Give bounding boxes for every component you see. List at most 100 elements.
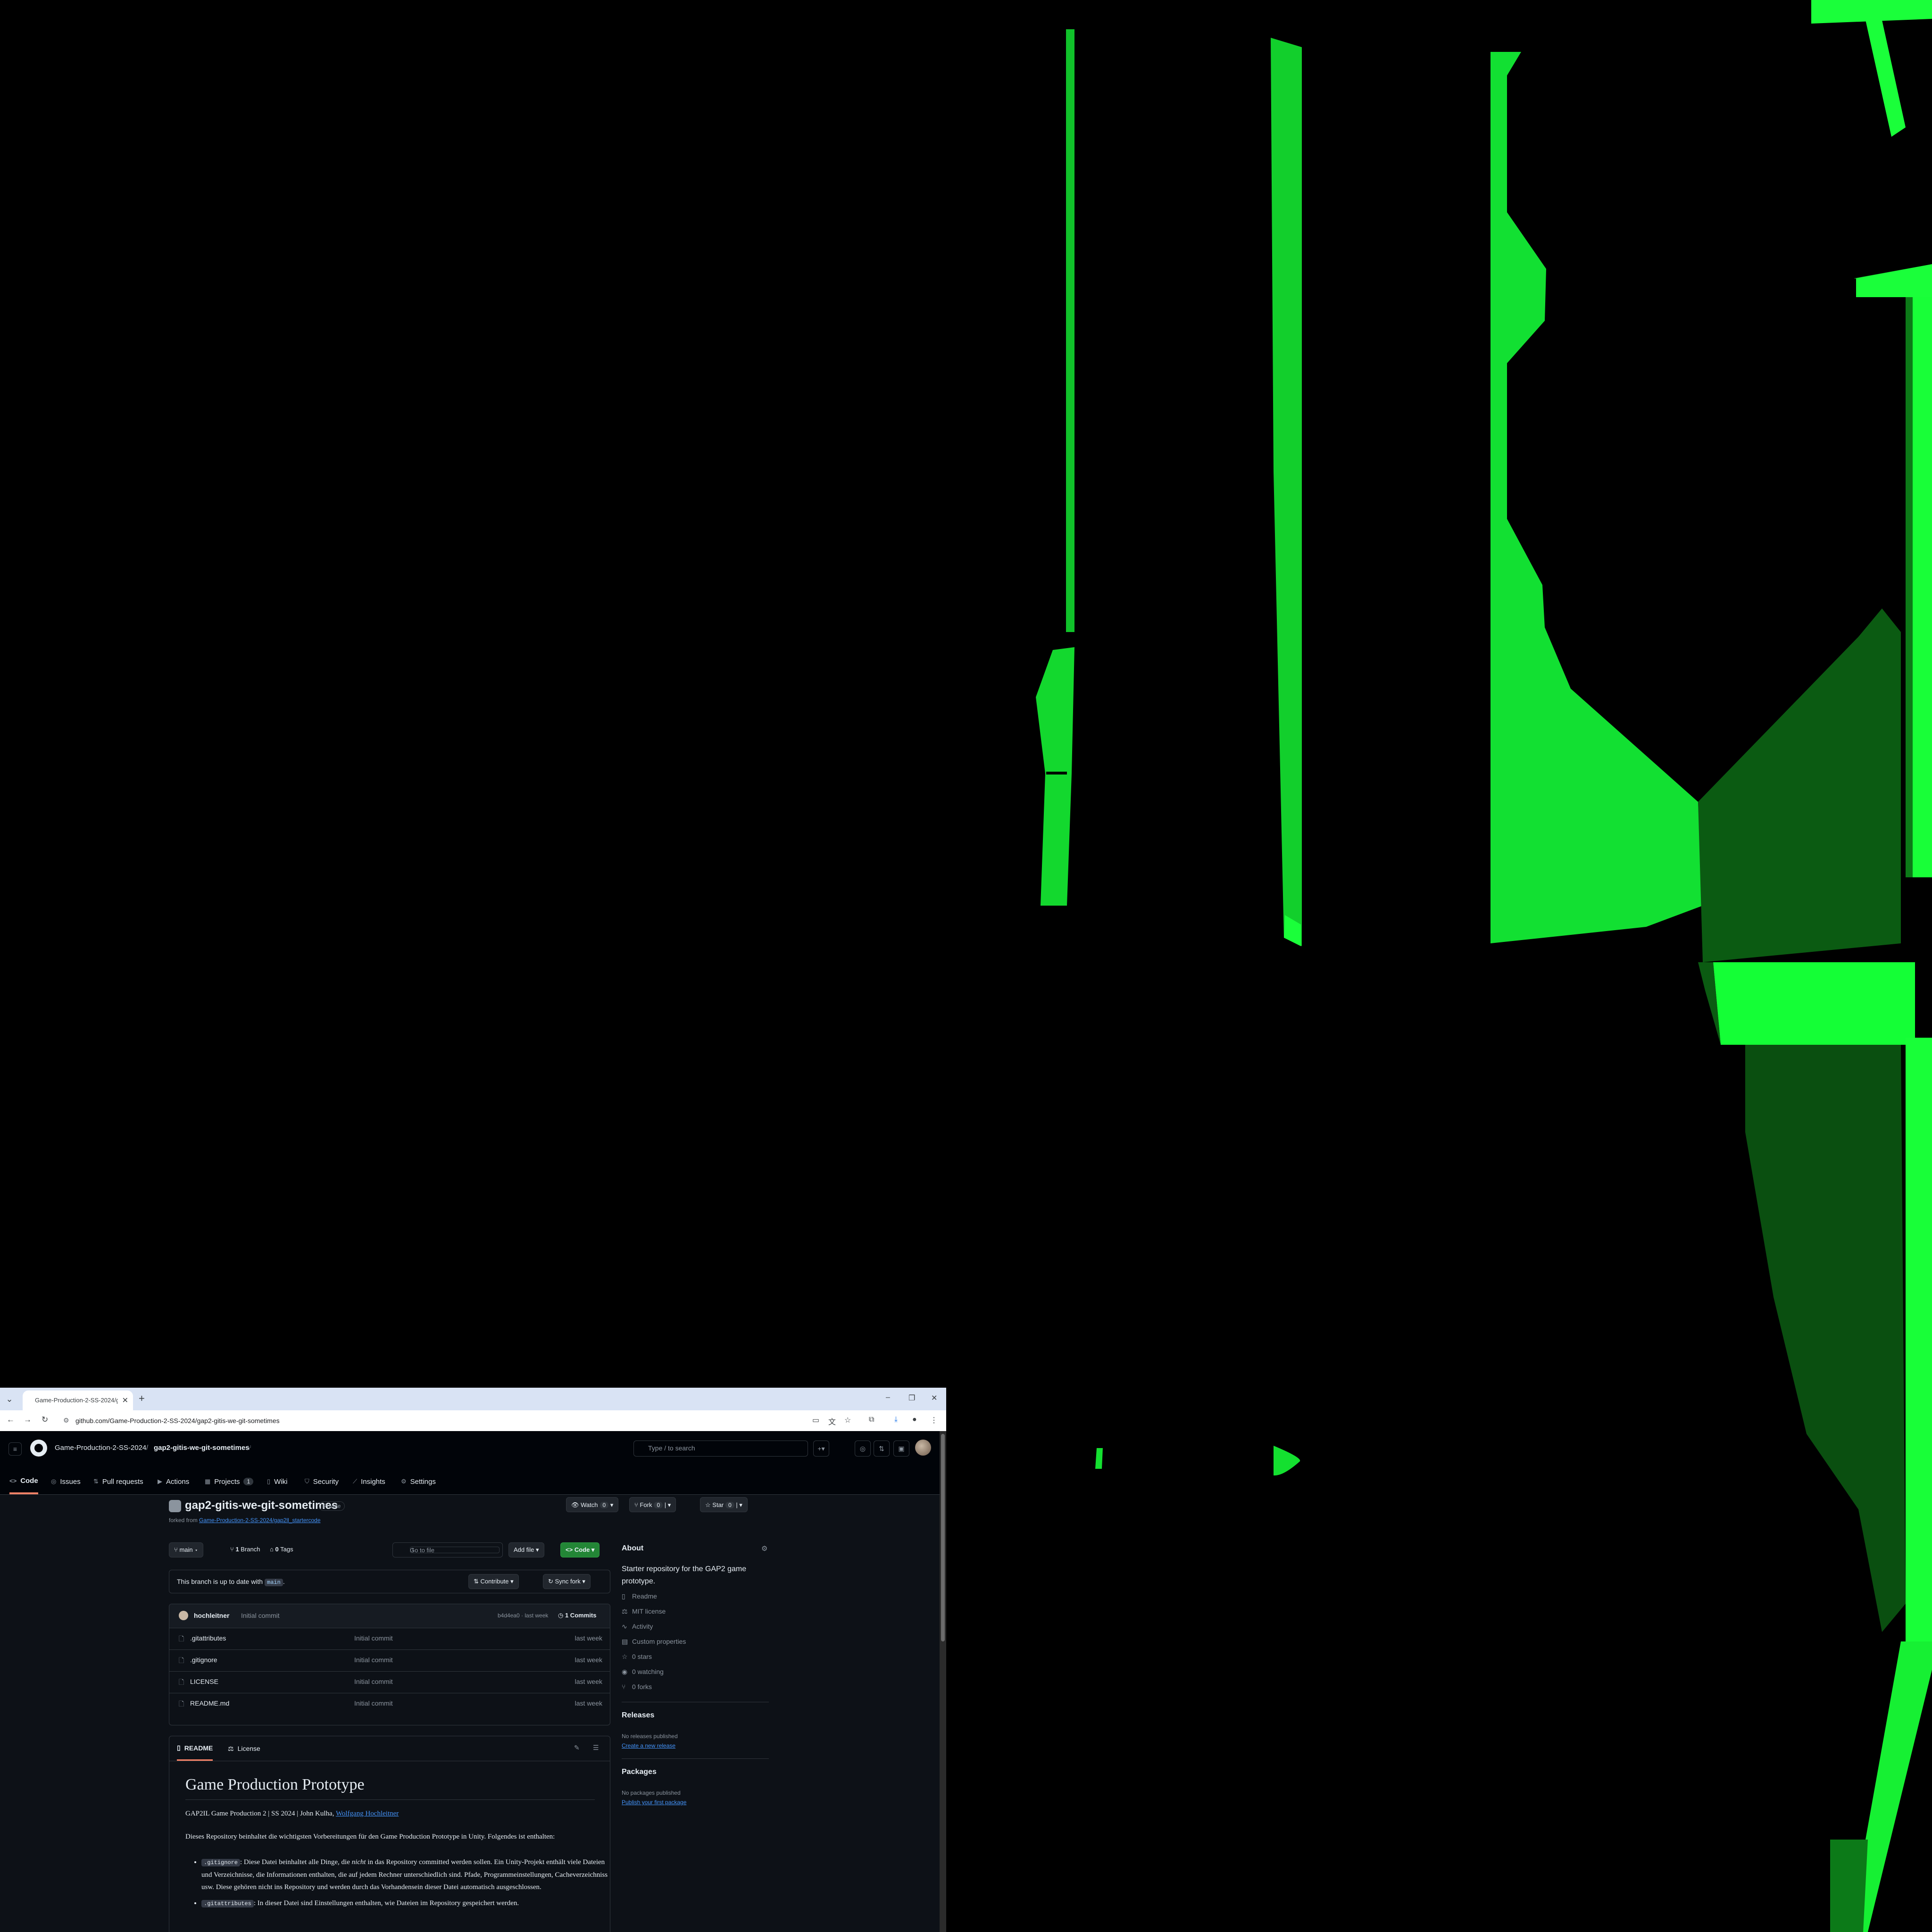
file-commit-message[interactable]: Initial commit [354, 1656, 393, 1664]
readme-intro: Dieses Repository beinhaltet die wichtig… [185, 1833, 555, 1840]
gear-icon[interactable]: ⚙ [761, 1544, 767, 1553]
scale-icon: ⚖ [228, 1744, 234, 1752]
star-button[interactable]: ☆ Star 0 | ▾ [700, 1497, 748, 1512]
about-item-properties[interactable]: ▤ Custom properties [622, 1638, 686, 1646]
about-item-readme[interactable]: ▯ Readme [622, 1592, 657, 1600]
about-item-activity[interactable]: ∿ Activity [622, 1623, 653, 1631]
commits-link[interactable]: ◷ 1 Commits [558, 1612, 596, 1619]
file-row[interactable]: 🗋︎ LICENSE Initial commit last week [169, 1671, 610, 1693]
reload-icon[interactable]: ↻ [42, 1415, 48, 1424]
bookmark-star-icon[interactable]: ☆ [844, 1416, 851, 1425]
commit-message[interactable]: Initial commit [241, 1612, 280, 1619]
inbox-icon[interactable]: ▣ [893, 1441, 909, 1457]
tab-code[interactable]: <> Code [9, 1469, 38, 1494]
file-commit-message[interactable]: Initial commit [354, 1678, 393, 1685]
minimize-icon[interactable]: – [886, 1393, 890, 1402]
file-row[interactable]: 🗋︎ .gitignore Initial commit last week [169, 1649, 610, 1672]
sync-fork-button[interactable]: ↻ Sync fork ▾ [543, 1574, 591, 1589]
tab-pull-requests[interactable]: ⇅ Pull requests [93, 1469, 143, 1494]
github-logo-icon[interactable] [30, 1440, 47, 1457]
about-item-stars[interactable]: ☆ 0 stars [622, 1653, 652, 1661]
browser-toolbar: ← → ↻ ⚙ github.com/Game-Production-2-SS-… [0, 1410, 946, 1432]
publish-package-link[interactable]: Publish your first package [622, 1799, 686, 1806]
contribute-button[interactable]: ⇅ Contribute ▾ [468, 1574, 519, 1589]
file-name[interactable]: README.md [190, 1699, 229, 1707]
search-input[interactable]: Type / to search [633, 1441, 808, 1457]
scrollbar-thumb[interactable] [941, 1434, 945, 1641]
user-avatar[interactable] [915, 1440, 931, 1456]
tab-search-icon[interactable]: ⌄ [3, 1392, 16, 1406]
breadcrumb-repo[interactable]: gap2-gitis-we-git-sometimes [154, 1444, 250, 1452]
file-row[interactable]: 🗋︎ .gitattributes Initial commit last week [169, 1628, 610, 1650]
tab-wiki[interactable]: ▯ Wiki [267, 1469, 287, 1494]
file-name[interactable]: .gitignore [190, 1656, 217, 1664]
file-name[interactable]: LICENSE [190, 1678, 218, 1685]
tab-projects-label: Projects [214, 1477, 240, 1486]
forward-icon[interactable]: → [24, 1415, 32, 1424]
tags-link[interactable]: ⌂ 0 Tags [265, 1542, 298, 1557]
branch-select[interactable]: ⑂ main ▾ [169, 1542, 204, 1557]
tab-settings[interactable]: ⚙ Settings [401, 1469, 436, 1494]
tags-count: 0 [275, 1546, 279, 1553]
tab-insights[interactable]: ⟋ Insights [353, 1469, 385, 1494]
fork-button[interactable]: ⑂ Fork 0 | ▾ [629, 1497, 676, 1512]
history-icon: ◷ [558, 1612, 564, 1619]
tab-issues[interactable]: ◎ Issues [51, 1469, 81, 1494]
sync-fork-label: Sync fork [555, 1578, 581, 1585]
forked-from-link[interactable]: Game-Production-2-SS-2024/gap2ll_starter… [199, 1517, 320, 1524]
download-icon[interactable]: ⤓ [894, 1416, 898, 1424]
browser-tab[interactable]: Game-Production-2-SS-2024/g ✕ [23, 1391, 133, 1410]
add-file-button[interactable]: Add file ▾ [508, 1542, 544, 1557]
file-row[interactable]: 🗋︎ README.md Initial commit last week [169, 1693, 610, 1715]
file-commit-message[interactable]: Initial commit [354, 1634, 393, 1642]
tab-projects[interactable]: ▦ Projects 1 [205, 1469, 254, 1494]
branches-link[interactable]: ⑂ 1 Branch [225, 1542, 265, 1557]
tab-actions[interactable]: ▶ Actions [158, 1469, 189, 1494]
issues-icon[interactable]: ◎ [855, 1441, 871, 1457]
about-item-forks[interactable]: ⑂ 0 forks [622, 1683, 652, 1690]
code-icon: <> [9, 1477, 17, 1484]
author-link[interactable]: Wolfgang Hochleitner [336, 1810, 399, 1817]
cast-icon[interactable]: ▭ [812, 1416, 819, 1425]
menu-icon[interactable]: ≡ [8, 1442, 22, 1456]
outline-icon[interactable]: ☰ [593, 1744, 599, 1752]
new-tab-icon[interactable]: + [139, 1392, 145, 1405]
commit-hash-time[interactable]: b4d4ea0 · last week [498, 1612, 548, 1619]
author-avatar[interactable] [179, 1611, 188, 1620]
restore-icon[interactable]: ❐ [908, 1393, 915, 1403]
extensions-icon[interactable]: ⧉ [869, 1416, 874, 1424]
breadcrumb-org[interactable]: Game-Production-2-SS-2024 [55, 1444, 146, 1452]
releases-heading[interactable]: Releases [622, 1711, 654, 1720]
browser-menu-icon[interactable]: ⋮ [930, 1416, 938, 1425]
file-name[interactable]: .gitattributes [190, 1634, 226, 1642]
commit-author[interactable]: hochleitner [194, 1612, 229, 1619]
repo-name[interactable]: gap2-gitis-we-git-sometimes [185, 1499, 338, 1512]
watch-button[interactable]: 👁︎ Watch 0 ▾ [566, 1497, 619, 1512]
about-item-watching[interactable]: ◉ 0 watching [622, 1668, 664, 1676]
create-new-icon[interactable]: +▾ [813, 1441, 829, 1457]
go-to-file-input[interactable]: Go to file t [392, 1542, 503, 1557]
tab-readme[interactable]: ▯ README [177, 1736, 213, 1761]
code-button[interactable]: <> Code ▾ [560, 1542, 600, 1557]
tab-license[interactable]: ⚖ License [228, 1736, 260, 1761]
translate-icon[interactable]: 文 [828, 1416, 836, 1427]
address-bar[interactable]: ⚙ github.com/Game-Production-2-SS-2024/g… [60, 1414, 801, 1428]
create-release-link[interactable]: Create a new release [622, 1742, 675, 1749]
pull-requests-icon[interactable]: ⇅ [874, 1441, 890, 1457]
window-close-icon[interactable]: ✕ [931, 1393, 937, 1403]
edit-icon[interactable]: ✎ [574, 1744, 580, 1752]
close-tab-icon[interactable]: ✕ [122, 1396, 128, 1405]
star-icon: ☆ [622, 1653, 628, 1660]
readme-title: Game Production Prototype [185, 1776, 595, 1800]
file-commit-message[interactable]: Initial commit [354, 1699, 393, 1707]
tab-security[interactable]: ⛉ Security [305, 1469, 339, 1494]
back-icon[interactable]: ← [7, 1415, 15, 1424]
profile-icon[interactable]: ● [912, 1416, 917, 1424]
packages-heading[interactable]: Packages [622, 1768, 657, 1776]
site-info-icon[interactable]: ⚙ [63, 1416, 69, 1424]
about-item-license[interactable]: ⚖ MIT license [622, 1607, 666, 1616]
page-scrollbar[interactable] [940, 1431, 946, 1932]
search-placeholder: Type / to search [648, 1444, 695, 1452]
code-label: Code [574, 1546, 590, 1553]
latest-commit-row: hochleitner Initial commit b4d4ea0 · las… [169, 1604, 610, 1628]
